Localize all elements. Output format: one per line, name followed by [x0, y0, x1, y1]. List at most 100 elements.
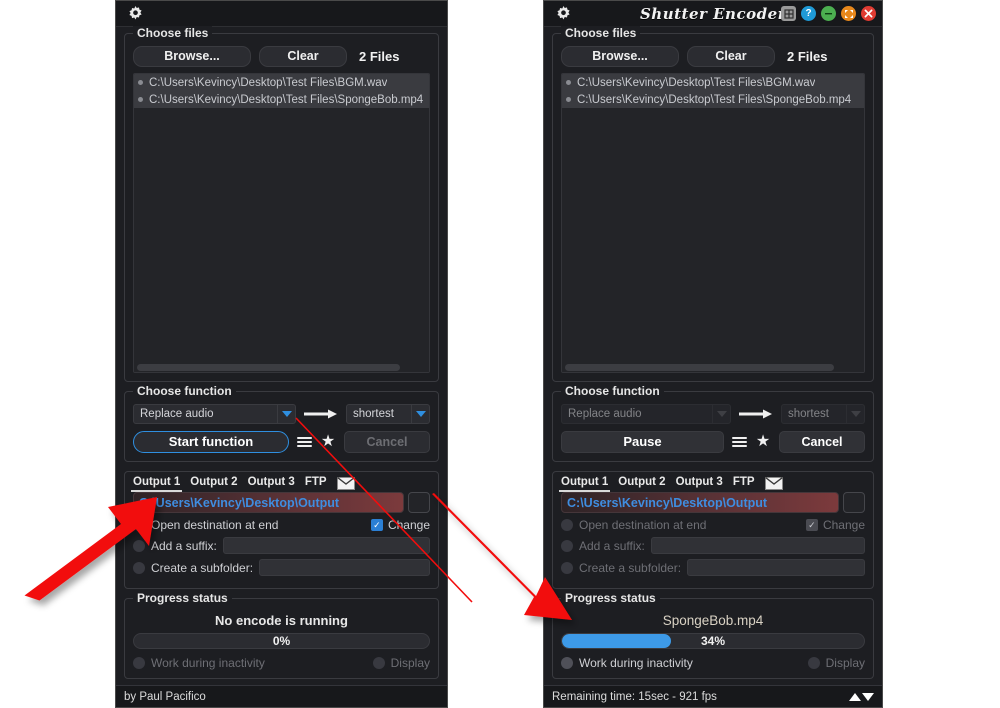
- create-subfolder-label: Create a subfolder:: [579, 560, 682, 575]
- scrollbar-thumb[interactable]: [565, 364, 835, 371]
- chevron-down-icon[interactable]: [712, 405, 730, 423]
- function-dropdown[interactable]: Replace audio: [561, 404, 731, 424]
- chevron-down-icon[interactable]: [846, 405, 864, 423]
- work-during-inactivity-radio[interactable]: [561, 657, 573, 669]
- output-path-row: C:\Users\Kevincy\Desktop\Output: [561, 492, 865, 513]
- tab-ftp[interactable]: FTP: [305, 476, 327, 490]
- progress-title: SpongeBob.mp4: [662, 613, 764, 628]
- output-path-field[interactable]: C:\Users\Kevincy\Desktop\Output: [561, 492, 839, 513]
- gear-icon[interactable]: [556, 6, 571, 21]
- add-suffix-radio[interactable]: [133, 539, 145, 552]
- spinner-buttons[interactable]: [849, 692, 874, 701]
- work-during-inactivity-label: Work during inactivity: [579, 656, 693, 670]
- list-item[interactable]: C:\Users\Kevincy\Desktop\Test Files\Spon…: [134, 91, 429, 108]
- browse-button[interactable]: Browse...: [561, 46, 679, 67]
- work-during-inactivity-radio[interactable]: [133, 657, 145, 669]
- change-checkbox[interactable]: ✓: [370, 519, 383, 531]
- change-label: Change: [387, 518, 430, 532]
- list-item[interactable]: C:\Users\Kevincy\Desktop\Test Files\BGM.…: [134, 74, 429, 91]
- hamburger-menu-icon[interactable]: [732, 437, 747, 447]
- star-icon[interactable]: ★: [755, 434, 771, 450]
- progress-percent-label: 34%: [700, 634, 726, 648]
- help-icon[interactable]: ?: [801, 6, 816, 21]
- display-radio[interactable]: [807, 657, 820, 669]
- close-icon[interactable]: [861, 6, 876, 21]
- output-tabs: Output 1 Output 2 Output 3 FTP: [553, 472, 873, 492]
- horizontal-scrollbar[interactable]: [134, 363, 429, 372]
- mode-dropdown-value: shortest: [353, 408, 394, 420]
- window-body-left: Choose files Browse... Clear 2 Files C:\…: [116, 26, 447, 685]
- create-subfolder-input[interactable]: [687, 559, 865, 576]
- tab-output-3[interactable]: Output 3: [248, 476, 295, 490]
- display-radio[interactable]: [372, 657, 385, 669]
- window-body-right: Choose files Browse... Clear 2 Files C:\…: [544, 26, 882, 685]
- tab-ftp[interactable]: FTP: [733, 476, 755, 490]
- open-destination-radio[interactable]: [133, 519, 145, 531]
- change-checkbox[interactable]: ✓: [805, 519, 818, 531]
- function-dropdown[interactable]: Replace audio: [133, 404, 296, 424]
- progress-options-row: Work during inactivity Display: [561, 656, 865, 670]
- minimize-icon[interactable]: [821, 6, 836, 21]
- function-dropdown-value: Replace audio: [568, 408, 642, 420]
- list-item[interactable]: C:\Users\Kevincy\Desktop\Test Files\Spon…: [562, 91, 864, 108]
- triangle-up-icon[interactable]: [849, 692, 861, 701]
- add-suffix-input[interactable]: [650, 537, 865, 554]
- file-list[interactable]: C:\Users\Kevincy\Desktop\Test Files\BGM.…: [133, 73, 430, 373]
- output-path-browse-button[interactable]: [408, 492, 430, 513]
- list-item[interactable]: C:\Users\Kevincy\Desktop\Test Files\BGM.…: [562, 74, 864, 91]
- gear-icon[interactable]: [128, 6, 143, 21]
- browse-button[interactable]: Browse...: [133, 46, 251, 67]
- hamburger-menu-icon[interactable]: [297, 437, 312, 447]
- statusbar-text: Remaining time: 15sec - 921 fps: [552, 690, 717, 703]
- cancel-button[interactable]: Cancel: [779, 431, 865, 453]
- file-path: C:\Users\Kevincy\Desktop\Test Files\BGM.…: [577, 76, 816, 89]
- file-list[interactable]: C:\Users\Kevincy\Desktop\Test Files\BGM.…: [561, 73, 865, 373]
- mode-dropdown[interactable]: shortest: [781, 404, 865, 424]
- mail-icon[interactable]: [336, 476, 355, 490]
- progress-bar: 34%: [561, 633, 865, 649]
- function-action-row: Pause ★ Cancel: [561, 431, 865, 453]
- mode-dropdown[interactable]: shortest: [346, 404, 430, 424]
- tab-output-2[interactable]: Output 2: [618, 476, 665, 490]
- output-panel-left: Output 1 Output 2 Output 3 FTP C:\Users\…: [124, 471, 439, 589]
- create-subfolder-input[interactable]: [259, 559, 430, 576]
- tab-output-1[interactable]: Output 1: [558, 476, 611, 492]
- grid-icon[interactable]: [781, 6, 796, 21]
- chevron-down-icon[interactable]: [411, 405, 429, 423]
- function-select-row: Replace audio shortest: [133, 404, 430, 424]
- choose-files-group-right: Choose files Browse... Clear 2 Files C:\…: [552, 26, 874, 382]
- cancel-button[interactable]: Cancel: [344, 431, 430, 453]
- start-function-button[interactable]: Start function: [133, 431, 289, 453]
- clear-button[interactable]: Clear: [259, 46, 347, 67]
- bullet-icon: [138, 97, 143, 102]
- choose-function-group-right: Choose function Replace audio shortest P…: [552, 384, 874, 462]
- maximize-icon[interactable]: [841, 6, 856, 21]
- open-destination-label: Open destination at end: [151, 518, 279, 532]
- change-label: Change: [822, 518, 865, 532]
- clear-button[interactable]: Clear: [687, 46, 775, 67]
- choose-function-legend: Choose function: [133, 384, 236, 398]
- scrollbar-thumb[interactable]: [137, 364, 400, 371]
- triangle-down-icon[interactable]: [862, 692, 874, 701]
- output-path-field[interactable]: C:\Users\Kevincy\Desktop\Output: [133, 492, 404, 513]
- pause-button[interactable]: Pause: [561, 431, 724, 453]
- mail-icon[interactable]: [764, 476, 783, 490]
- statusbar-text: by Paul Pacifico: [124, 690, 206, 703]
- add-suffix-radio[interactable]: [561, 539, 573, 552]
- open-destination-radio[interactable]: [561, 519, 573, 531]
- chevron-down-icon[interactable]: [277, 405, 295, 423]
- create-subfolder-radio[interactable]: [133, 561, 145, 574]
- star-icon[interactable]: ★: [320, 434, 336, 450]
- add-suffix-input[interactable]: [222, 537, 430, 554]
- bullet-icon: [566, 80, 571, 85]
- horizontal-scrollbar[interactable]: [562, 363, 864, 372]
- add-suffix-label: Add a suffix:: [579, 538, 645, 553]
- add-suffix-row: Add a suffix:: [133, 537, 430, 554]
- tab-output-3[interactable]: Output 3: [676, 476, 723, 490]
- create-subfolder-radio[interactable]: [561, 561, 573, 574]
- output-path-browse-button[interactable]: [843, 492, 865, 513]
- tab-output-2[interactable]: Output 2: [190, 476, 237, 490]
- tab-output-1[interactable]: Output 1: [130, 476, 183, 492]
- display-label: Display: [825, 656, 865, 670]
- output-tabs: Output 1 Output 2 Output 3 FTP: [125, 472, 438, 492]
